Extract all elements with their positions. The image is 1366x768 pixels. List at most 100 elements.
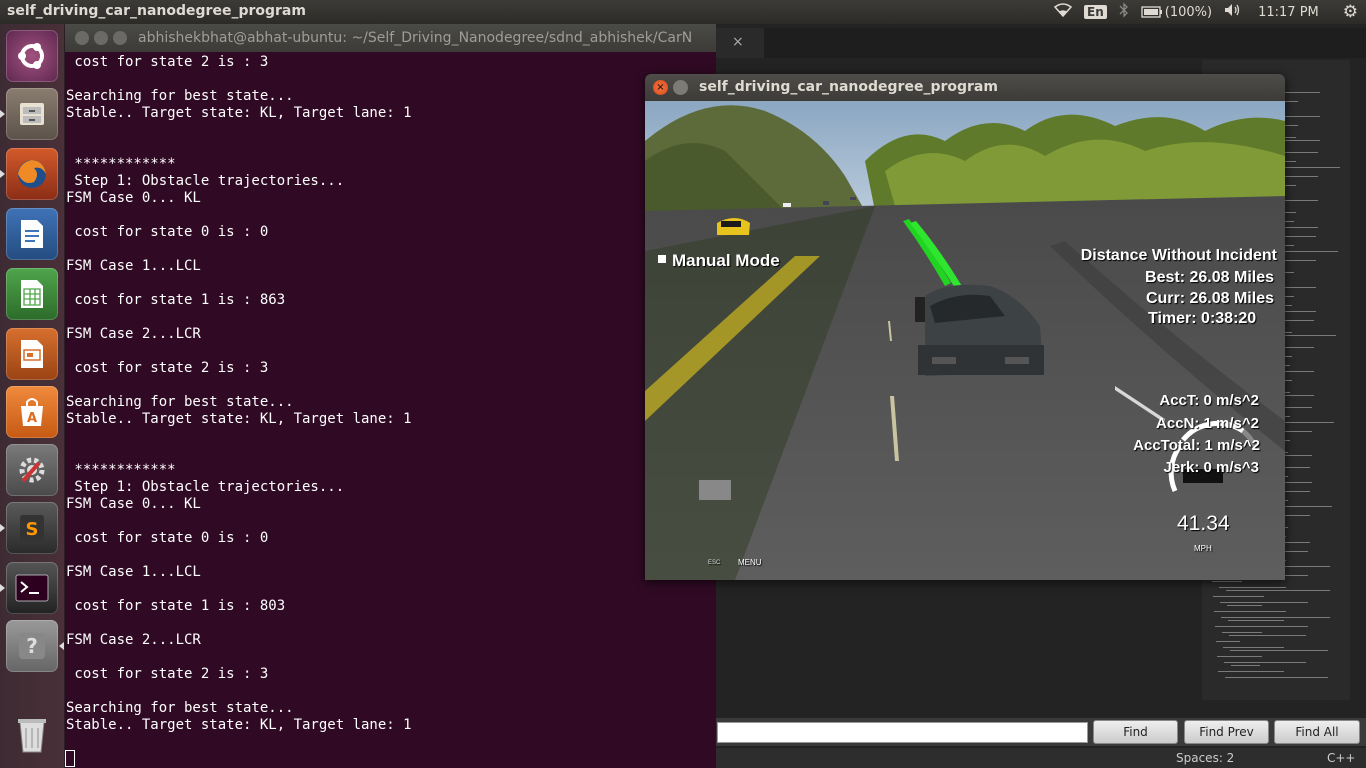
terminal-line: Stable.. Target state: KL, Target lane: … [66,717,412,733]
terminal-line: FSM Case 2...LCR [66,326,201,342]
volume-icon[interactable] [1224,3,1242,21]
current-distance: Curr: 26.08 Miles [1145,290,1274,307]
simulator-title: self_driving_car_nanodegree_program [699,79,998,95]
terminal-cursor [65,750,75,767]
esc-label[interactable]: ESC [708,560,720,566]
find-all-button[interactable]: Find All [1274,720,1360,744]
acc-n: AccN: 1 m/s^2 [1156,415,1259,432]
launcher-firefox[interactable] [6,148,58,200]
minimap-line [1225,677,1328,678]
firefox-icon [18,160,46,188]
simulator-scene[interactable]: Manual Mode Distance Without Incident Be… [645,101,1285,580]
terminal-line: FSM Case 0... KL [66,190,201,206]
terminal-line: FSM Case 1...LCL [66,258,201,274]
launcher-trash[interactable] [6,708,58,760]
running-indicator [0,584,5,592]
active-app-title: self_driving_car_nanodegree_program [7,3,306,19]
keyboard-layout-indicator[interactable]: En [1084,5,1107,19]
spreadsheet-icon [21,280,43,308]
trash-icon [18,719,46,753]
terminal-line: Searching for best state... [66,700,294,716]
running-indicator [0,524,5,532]
launcher-terminal[interactable] [6,562,58,614]
gear-icon[interactable]: ⚙ [1343,2,1358,22]
svg-text:A: A [27,411,37,426]
focused-indicator [59,642,64,650]
shopping-bag-icon: A [21,398,43,426]
jerk: Jerk: 0 m/s^3 [1163,459,1260,476]
terminal-output[interactable]: cost for state 2 is : 3 Searching for be… [66,52,716,768]
minimap-line [1226,590,1330,591]
bluetooth-icon[interactable] [1119,2,1129,22]
launcher-help[interactable]: ? [6,620,58,672]
terminal-line: cost for state 0 is : 0 [66,530,269,546]
terminal-line: cost for state 2 is : 3 [66,54,269,70]
close-icon[interactable]: × [653,80,668,95]
wifi-icon[interactable] [1053,3,1073,21]
svg-text:?: ? [26,634,38,658]
document-icon [21,220,43,248]
terminal-line: Searching for best state... [66,88,294,104]
minimap-line [1229,635,1306,636]
acc-total: AccTotal: 1 m/s^2 [1133,437,1260,454]
launcher-files[interactable] [6,88,58,140]
checkbox-icon [658,255,666,263]
status-syntax[interactable]: C++ [1327,751,1356,765]
esc-key-icon [699,480,731,500]
manual-mode-indicator[interactable]: Manual Mode [658,251,780,271]
tab-close-icon[interactable]: × [732,34,744,50]
road-scene-illustration [645,101,1285,580]
find-button[interactable]: Find [1093,720,1178,744]
clock[interactable]: 11:17 PM [1258,5,1319,20]
minimize-icon[interactable] [673,80,688,95]
terminal-line: ************ [66,156,176,172]
launcher-ubuntu-dash[interactable] [6,30,58,82]
terminal-line: Stable.. Target state: KL, Target lane: … [66,411,412,427]
terminal-line: Searching for best state... [66,394,294,410]
battery-icon [1141,6,1162,18]
terminal-line: cost for state 0 is : 0 [66,224,269,240]
minimap-line [1212,581,1242,582]
battery-percent: (100%) [1164,4,1213,20]
minimap-line [1215,626,1308,627]
status-spaces[interactable]: Spaces: 2 [1176,751,1234,765]
terminal-line: FSM Case 2...LCR [66,632,201,648]
battery-indicator[interactable]: (100%) [1141,5,1212,20]
terminal-line: Step 1: Obstacle trajectories... [66,479,345,495]
find-input[interactable] [717,722,1088,743]
timer: Timer: 0:38:20 [1148,310,1257,327]
launcher-ubuntu-software[interactable]: A [6,386,58,438]
simulator-window: × self_driving_car_nanodegree_program Ma… [645,74,1285,580]
settings-wrench-icon [19,457,45,483]
menu-label[interactable]: MENU [738,558,762,567]
svg-text:S: S [26,519,39,540]
minimap-line [1223,647,1284,648]
minimize-icon[interactable] [94,31,108,45]
launcher-system-settings[interactable] [6,444,58,496]
terminal-line: Stable.. Target state: KL, Target lane: … [66,105,412,121]
maximize-icon[interactable] [113,31,127,45]
help-icon: ? [19,633,45,659]
editor-tab[interactable]: × [716,28,764,58]
launcher-libreoffice-writer[interactable] [6,208,58,260]
terminal-titlebar: abhishekbhat@abhat-ubuntu: ~/Self_Drivin… [65,24,716,52]
launcher-libreoffice-calc[interactable] [6,268,58,320]
find-prev-button[interactable]: Find Prev [1184,720,1269,744]
running-indicator [0,170,5,178]
launcher-sublime-text[interactable]: S [6,502,58,554]
minimap-line [1227,605,1262,606]
launcher-libreoffice-impress[interactable] [6,328,58,380]
minimap-line [1216,641,1240,642]
close-icon[interactable] [75,31,89,45]
